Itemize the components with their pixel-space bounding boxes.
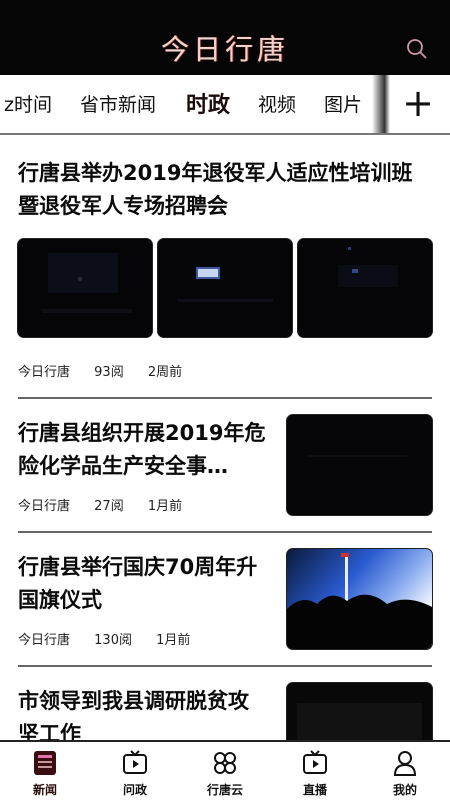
article-thumbnail (158, 239, 292, 337)
app-title: 今日行唐 (160, 33, 289, 66)
channel-tab-bar: z时间 省市新闻 时政 视频 图片 + (0, 75, 450, 135)
nav-wenzheng[interactable]: 问政 (90, 742, 180, 802)
article-thumbnail (298, 239, 432, 337)
thumbnail-image (287, 549, 432, 649)
article-time: 1月前 (156, 633, 191, 648)
app-header: 今日行唐 (0, 0, 450, 75)
news-item[interactable]: 市领导到我县调研脱贫攻坚工作 (0, 667, 450, 740)
nav-label: 问政 (122, 783, 147, 797)
article-reads: 130阅 (94, 633, 132, 648)
article-meta: 今日行唐 27阅 1月前 (18, 495, 202, 514)
article-thumbnail (18, 239, 152, 337)
article-meta: 今日行唐 93阅 2周前 (18, 361, 202, 380)
article-thumbnail (287, 683, 432, 740)
tab-province-news[interactable]: 省市新闻 (80, 90, 156, 117)
thumbnail-image (158, 239, 292, 337)
thumbnail-image (287, 683, 432, 740)
article-reads: 93阅 (94, 365, 124, 380)
tab-pictures[interactable]: 图片 (324, 90, 362, 117)
tab-politics[interactable]: 时政 (186, 87, 230, 119)
article-thumbnail (287, 549, 432, 649)
tab-video[interactable]: 视频 (258, 90, 296, 117)
article-headline: 行唐县举办2019年退役军人适应性培训班暨退役军人专场招聘会 (18, 161, 413, 218)
article-time: 1月前 (147, 499, 183, 514)
article-source: 今日行唐 (18, 633, 71, 648)
user-icon (393, 751, 417, 776)
nav-xingtang-cloud[interactable]: 行唐云 (180, 742, 270, 802)
tab-time[interactable]: z时间 (4, 90, 52, 117)
nav-live[interactable]: 直播 (270, 742, 360, 802)
nav-label: 行唐云 (206, 783, 243, 797)
tv-icon (123, 750, 147, 774)
nav-label: 新闻 (32, 783, 57, 797)
article-thumbnail (287, 415, 432, 515)
news-item[interactable]: 行唐县举行国庆70周年升国旗仪式 今日行唐 130阅 1月前 (0, 533, 450, 665)
news-item[interactable]: 行唐县举办2019年退役军人适应性培训班暨退役军人专场招聘会 今日行唐 93阅 … (0, 135, 450, 397)
article-headline: 行唐县举行国庆70周年升国旗仪式 (18, 555, 258, 612)
thumbnail-image (298, 239, 432, 337)
live-tv-icon (303, 750, 327, 774)
add-channel-button[interactable]: + (400, 81, 436, 125)
nav-label: 我的 (392, 783, 417, 797)
thumbnail-image (287, 415, 432, 515)
article-source: 今日行唐 (18, 365, 71, 380)
article-time: 2周前 (147, 365, 183, 380)
news-item[interactable]: 行唐县组织开展2019年危险化学品生产安全事… 今日行唐 27阅 1月前 (0, 399, 450, 531)
cloud-clover-icon (214, 752, 236, 774)
bottom-nav: 新闻 问政 行唐云 直播 我的 (0, 740, 450, 802)
thumbnail-image (18, 239, 152, 337)
nav-label: 直播 (302, 783, 327, 797)
nav-me[interactable]: 我的 (360, 742, 450, 802)
news-feed[interactable]: 行唐县举办2019年退役军人适应性培训班暨退役军人专场招聘会 今日行唐 93阅 … (0, 135, 450, 740)
nav-news[interactable]: 新闻 (0, 742, 90, 802)
article-reads: 27阅 (94, 499, 124, 514)
article-meta: 今日行唐 130阅 1月前 (18, 629, 210, 648)
search-icon[interactable] (406, 38, 428, 60)
article-source: 今日行唐 (18, 499, 71, 514)
tab-scroll-fade (372, 75, 390, 133)
newspaper-icon (34, 751, 56, 775)
article-headline: 行唐县组织开展2019年危险化学品生产安全事… (18, 421, 266, 478)
article-headline: 市领导到我县调研脱贫攻坚工作 (18, 689, 249, 740)
